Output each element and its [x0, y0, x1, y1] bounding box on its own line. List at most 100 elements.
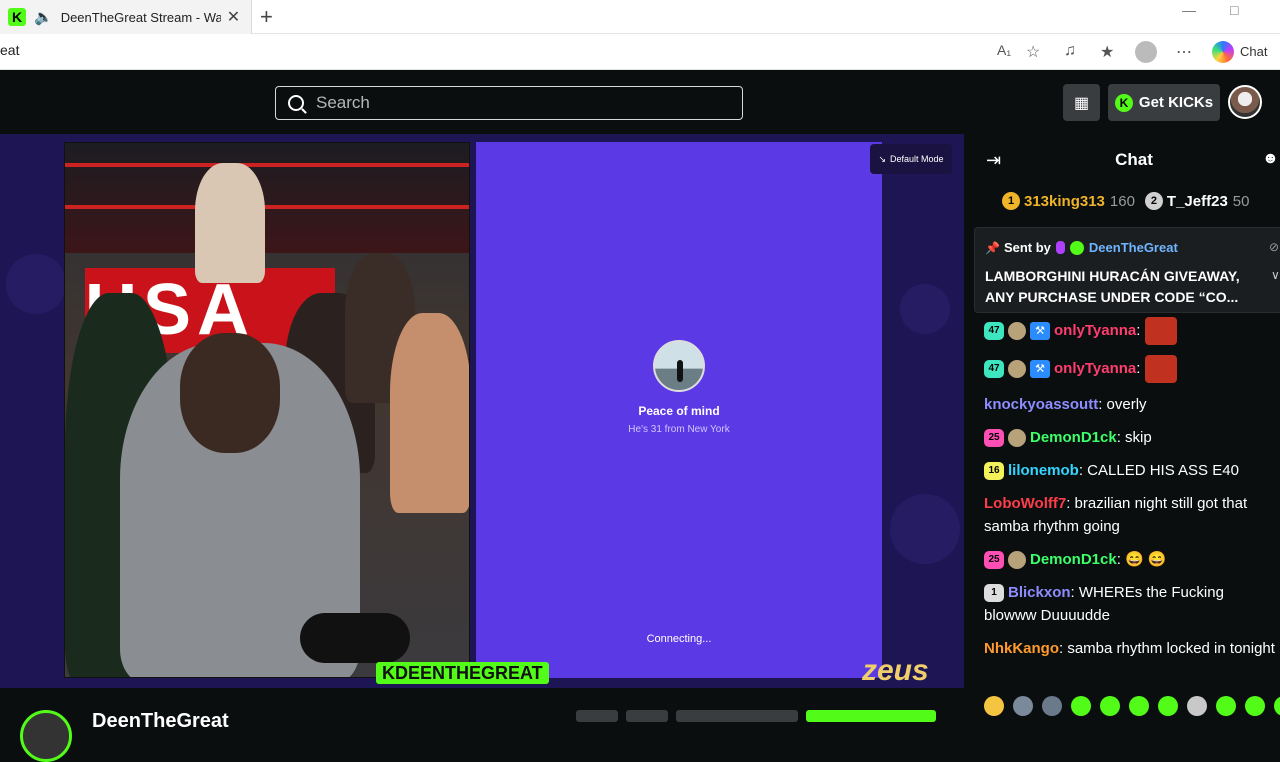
video-stage[interactable]: USA Peace of mind He's 31 from New York …: [0, 134, 964, 688]
emote-icon: [1144, 355, 1177, 383]
action-button[interactable]: [626, 710, 668, 722]
streamer-name[interactable]: DeenTheGreat: [92, 710, 229, 733]
pinned-header: 📌 Sent by DeenTheGreat: [985, 240, 1178, 255]
emote-icon[interactable]: [1216, 696, 1236, 716]
default-mode-button[interactable]: ↘ Default Mode: [870, 144, 952, 174]
profile-avatar: [653, 340, 705, 392]
chat-message[interactable]: 16 lilonemob: CALLED HIS ASS E40: [984, 459, 1280, 482]
connecting-status: Connecting...: [646, 633, 712, 645]
pinned-message[interactable]: 📌 Sent by DeenTheGreat ⊘ LAMBORGHINI HUR…: [974, 227, 1280, 313]
tab-title: DeenTheGreat Stream - Watch: [60, 9, 221, 25]
streamer-avatar[interactable]: [20, 710, 72, 762]
copilot-icon[interactable]: [1212, 41, 1234, 63]
chat-username[interactable]: LoboWolff7: [984, 495, 1066, 512]
chat-username[interactable]: onlyTyanna: [1054, 360, 1136, 377]
favorites-icon[interactable]: ★: [1100, 42, 1114, 62]
chat-username[interactable]: onlyTyanna: [1054, 322, 1136, 339]
emote-icon[interactable]: [1013, 696, 1033, 716]
minimize-icon[interactable]: —: [1182, 2, 1196, 18]
site-header: Search ▦ K Get KICKs: [0, 70, 1280, 134]
moderator-badge-icon: ⚒: [1030, 360, 1050, 378]
channel-watermark: KDEENTHEGREAT: [376, 662, 549, 684]
chat-username[interactable]: DemonD1ck: [1030, 429, 1117, 446]
profile-icon[interactable]: [1135, 41, 1157, 63]
chat-panel: ⇥ Chat ☻ 1 313king313 160 2 T_Jeff23 50 …: [964, 134, 1280, 720]
moderator-badge-icon: ⚒: [1030, 322, 1050, 340]
chat-text: : 😄 😄: [1116, 551, 1167, 568]
emote-icon[interactable]: [1158, 696, 1178, 716]
profile-title: Peace of mind: [638, 404, 720, 418]
chat-message[interactable]: 1 Blickxon: WHEREs the Fucking blowww Duu…: [984, 581, 1280, 627]
chat-message[interactable]: NhkKango: samba rhythm locked in tonight: [984, 637, 1280, 660]
default-mode-label: Default Mode: [890, 154, 944, 164]
chat-text: :: [1136, 359, 1141, 377]
background-blob: [6, 254, 66, 314]
subscriber-badge-icon: 25: [984, 551, 1004, 570]
chat-message[interactable]: 47 ⚒ onlyTyanna:: [984, 317, 1280, 345]
favorite-star-icon[interactable]: ☆: [1026, 42, 1040, 62]
gifter-badge-icon: [1008, 360, 1026, 378]
gifter-badge-icon: [1008, 322, 1026, 340]
maximize-icon[interactable]: □: [1230, 2, 1238, 18]
emote-icon[interactable]: [1042, 696, 1062, 716]
call-panel[interactable]: Peace of mind He's 31 from New York Conn…: [476, 142, 882, 678]
action-button[interactable]: [576, 710, 618, 722]
leaderboard-item[interactable]: 1 313king313 160: [1002, 192, 1135, 210]
gifter-badge-icon: [1008, 429, 1026, 448]
emote-icon[interactable]: [1274, 696, 1280, 716]
chat-username[interactable]: Blickxon: [1008, 584, 1071, 601]
chat-message[interactable]: 47 ⚒ onlyTyanna:: [984, 355, 1280, 383]
get-kicks-label: Get KICKs: [1138, 94, 1214, 111]
chat-text: :: [1136, 321, 1141, 339]
chat-text: : CALLED HIS ASS E40: [1078, 462, 1239, 479]
leaderboard-item[interactable]: 2 T_Jeff23 50: [1144, 192, 1249, 210]
chat-username[interactable]: DemonD1ck: [1030, 551, 1117, 568]
chat-message[interactable]: LoboWolff7: brazilian night still got th…: [984, 492, 1280, 538]
emote-icon: [1144, 317, 1177, 345]
chat-username[interactable]: knockyoassoutt: [984, 396, 1098, 413]
subscriber-badge-icon: 16: [984, 462, 1004, 481]
subscriber-badge-icon: 25: [984, 429, 1004, 448]
profile-subtitle: He's 31 from New York: [628, 424, 730, 435]
chat-username[interactable]: NhkKango: [984, 640, 1059, 657]
users-icon[interactable]: ☻: [1262, 150, 1279, 168]
speaker-icon[interactable]: 🔈: [34, 8, 53, 26]
follow-button[interactable]: [806, 710, 936, 722]
background-blob: [900, 284, 950, 334]
url-text[interactable]: eat: [0, 42, 19, 58]
browser-tab[interactable]: K 🔈 DeenTheGreat Stream - Watch ✕: [0, 0, 252, 34]
browser-chat-label[interactable]: Chat: [1240, 44, 1267, 59]
ring-rope: [65, 205, 469, 209]
get-kicks-button[interactable]: K Get KICKs: [1108, 84, 1220, 121]
media-icon[interactable]: ♫: [1064, 42, 1076, 60]
chevron-down-icon[interactable]: ∨: [1271, 268, 1280, 282]
emote-icon[interactable]: [1071, 696, 1091, 716]
chat-message[interactable]: 25 DemonD1ck: skip: [984, 426, 1280, 449]
close-tab-icon[interactable]: ✕: [227, 7, 240, 27]
webcam-video[interactable]: USA: [64, 142, 470, 678]
user-avatar[interactable]: [1228, 85, 1262, 119]
emote-icon[interactable]: [984, 696, 1004, 716]
hide-pin-icon[interactable]: ⊘: [1269, 240, 1279, 254]
emote-icon[interactable]: [1187, 696, 1207, 716]
pin-icon: 📌: [985, 240, 1000, 255]
read-aloud-icon[interactable]: A₁: [997, 42, 1011, 58]
new-tab-icon[interactable]: +: [260, 4, 273, 30]
emote-icon[interactable]: [1129, 696, 1149, 716]
leaderboard-count: 160: [1109, 192, 1135, 210]
action-button[interactable]: [676, 710, 798, 722]
emote-icon[interactable]: [1245, 696, 1265, 716]
emote-icon[interactable]: [1100, 696, 1120, 716]
microphone: [300, 613, 410, 663]
stream-info-bar: DeenTheGreat: [0, 688, 964, 762]
more-icon[interactable]: ⋯: [1176, 42, 1192, 62]
search-input[interactable]: Search: [275, 86, 743, 120]
chat-message[interactable]: knockyoassoutt: overly: [984, 393, 1280, 416]
broadcaster-mic-icon: [1055, 241, 1065, 254]
subscriber-badge-icon: 1: [984, 584, 1004, 603]
pinned-sender[interactable]: DeenTheGreat: [1089, 240, 1178, 255]
chat-username[interactable]: lilonemob: [1008, 462, 1079, 479]
chat-message[interactable]: 25 DemonD1ck: 😄 😄: [984, 548, 1280, 571]
kick-coin-icon: K: [1114, 93, 1133, 112]
layout-button[interactable]: ▦: [1063, 84, 1100, 121]
